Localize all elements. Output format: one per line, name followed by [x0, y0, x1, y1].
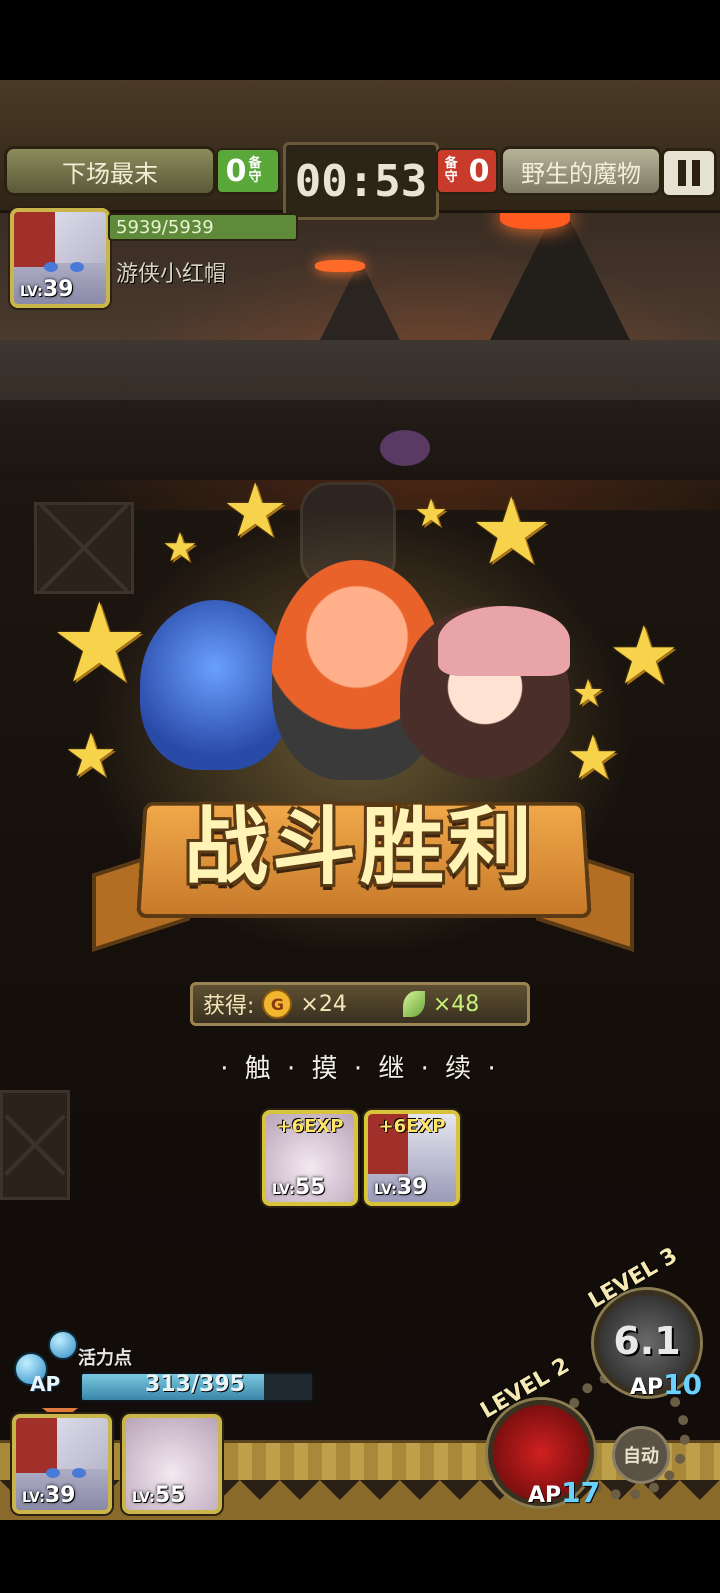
- star-icon: ★: [222, 468, 289, 554]
- star-icon: ★: [572, 673, 605, 714]
- skill-2-ap-cost: AP17: [528, 1476, 601, 1509]
- skill-1-cooldown: 6.1: [613, 1319, 681, 1363]
- feather-amount: ×48: [432, 991, 480, 1017]
- right-team-name: 野生的魔物: [500, 146, 662, 196]
- wolf-girl-character: [140, 600, 290, 770]
- star-icon: ★: [414, 491, 449, 535]
- hero-level: LV:39: [20, 277, 74, 302]
- rewards-panel: 获得: G ×24 ×48: [190, 982, 530, 1026]
- crate: [0, 1090, 70, 1200]
- star-icon: ★: [608, 609, 680, 702]
- right-guard-label: 备守: [444, 156, 458, 185]
- pink-beret: [438, 606, 570, 676]
- member-level: LV:55: [272, 1175, 326, 1200]
- feather-icon: [402, 991, 425, 1017]
- star-icon: ★: [50, 579, 149, 707]
- skill-1-ap-cost: AP10: [630, 1368, 703, 1401]
- hero-portrait[interactable]: LV:39: [10, 208, 110, 308]
- left-score: 0: [225, 153, 247, 189]
- left-guard-label: 备守: [248, 156, 262, 185]
- exp-gain: +6EXP: [378, 1116, 446, 1137]
- party-member-1[interactable]: LV:39: [12, 1414, 112, 1514]
- party-level: LV:39: [22, 1483, 76, 1508]
- gold-coin-icon: G: [262, 989, 293, 1019]
- exp-card: +6EXP LV:55: [262, 1110, 358, 1206]
- left-team-name: 下场最末: [4, 146, 216, 196]
- star-icon: ★: [470, 478, 553, 585]
- victory-title: 战斗胜利: [183, 798, 536, 896]
- auto-button[interactable]: 自动: [612, 1426, 670, 1484]
- star-icon: ★: [162, 525, 198, 571]
- exp-card: +6EXP LV:39: [364, 1110, 460, 1206]
- hero-hp-bar: 5939/5939: [108, 213, 298, 241]
- star-icon: ★: [566, 723, 620, 793]
- battle-timer: 00:53: [283, 142, 439, 220]
- party-level: LV:55: [132, 1483, 186, 1508]
- ap-value: 313/395: [145, 1372, 245, 1397]
- letterbox-bottom: [0, 1520, 720, 1593]
- coin-amount: ×24: [300, 991, 347, 1017]
- letterbox-top: [0, 0, 720, 80]
- exp-gain: +6EXP: [276, 1116, 344, 1137]
- lava-crater: [315, 260, 365, 272]
- star-icon: ★: [64, 721, 118, 791]
- left-score-box: 0 备守: [216, 148, 280, 194]
- pause-button[interactable]: [661, 148, 717, 198]
- ap-bubble-icon: [48, 1330, 78, 1360]
- touch-to-continue[interactable]: · 触 · 摸 · 继 · 续 ·: [0, 1048, 720, 1085]
- right-score: 0: [468, 153, 490, 189]
- pause-icon: [678, 160, 686, 186]
- rewards-label: 获得:: [203, 994, 255, 1019]
- ap-label: 活力点: [78, 1348, 132, 1369]
- party-member-2[interactable]: LV:55: [122, 1414, 222, 1514]
- right-score-box: 备守 0: [436, 148, 498, 194]
- hero-name: 游侠小红帽: [116, 262, 227, 287]
- member-level: LV:39: [374, 1175, 428, 1200]
- pause-icon: [692, 160, 700, 186]
